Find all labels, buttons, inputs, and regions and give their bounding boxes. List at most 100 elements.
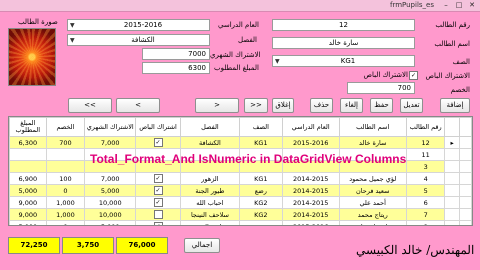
row-header-right[interactable] [458, 208, 472, 221]
column-header-id[interactable]: رقم الطالب [405, 117, 446, 137]
cell-id[interactable]: 3 [405, 160, 446, 173]
row-header-right[interactable] [458, 172, 472, 185]
maximize-icon[interactable]: □ [453, 1, 465, 10]
cell-name[interactable]: سعيد فرحان [338, 184, 407, 197]
cell-bus[interactable] [135, 208, 181, 221]
bus-checkbox[interactable]: ✓ [153, 186, 163, 195]
cell-due[interactable]: 6,300 [9, 136, 47, 149]
students-grid[interactable]: المبلغ المطلوب الخصم الاشتراك الشهري اشت… [8, 116, 473, 226]
row-header-right[interactable] [458, 148, 472, 161]
cell-name[interactable]: لؤي جميل محمود [338, 172, 407, 185]
cell-section[interactable]: احباب الله [179, 196, 240, 209]
cell-bus[interactable]: ✓ [135, 136, 181, 149]
special-subscription-checkbox[interactable]: ✓ [409, 71, 418, 80]
cell-year[interactable]: 2014-2015 [281, 196, 340, 209]
row-header[interactable] [444, 208, 460, 221]
cell-due[interactable]: 9,000 [9, 196, 47, 209]
cell-monthly[interactable]: 7,000 [84, 136, 137, 149]
row-header[interactable] [444, 184, 460, 197]
row-header[interactable] [444, 196, 460, 209]
special-subscription-option[interactable]: ✓ الاشتراك الباص [363, 70, 418, 81]
cell-class[interactable]: KG2 [238, 196, 283, 209]
last-record-button[interactable]: >> [244, 98, 268, 113]
monthly-subscription-field[interactable]: 7000 [142, 48, 210, 60]
column-header-discount[interactable]: الخصم [45, 117, 86, 137]
cell-due[interactable]: 9,000 [9, 208, 47, 221]
cell-year[interactable]: 2014-2015 [281, 208, 340, 221]
cell-class[interactable]: رضع [238, 184, 283, 197]
cell-monthly[interactable]: 7,000 [84, 172, 137, 185]
cell-id[interactable]: 12 [405, 136, 446, 149]
cell-monthly[interactable]: 10,000 [84, 196, 137, 209]
cell-monthly[interactable]: 10,000 [84, 208, 137, 221]
next-record-button[interactable]: > [195, 98, 239, 113]
minimize-icon[interactable]: – [440, 1, 452, 10]
cell-id[interactable]: 5 [405, 184, 446, 197]
academic-year-select[interactable]: ▼ 2015-2016 [67, 19, 210, 31]
column-header-bus[interactable]: اشتراك الباص [135, 117, 181, 137]
cell-discount[interactable]: 0 [45, 184, 86, 197]
bus-checkbox[interactable] [153, 210, 163, 219]
bus-checkbox[interactable]: ✓ [153, 222, 163, 225]
section-select[interactable]: ▼ الكشافة [67, 34, 210, 46]
cancel-button[interactable]: إلغاء [340, 98, 363, 113]
table-row[interactable]: 9,000 1,000 10,000 ✓ احباب الله KG2 2014-2015 أ… [9, 196, 472, 209]
table-row[interactable]: 9,000 1,000 10,000 سلاحف النينجا KG2 2014-201… [9, 208, 472, 221]
add-button[interactable]: إضافة [440, 98, 470, 113]
row-header[interactable] [444, 172, 460, 185]
cell-class[interactable]: KG2 [238, 208, 283, 221]
cell-due[interactable] [9, 160, 47, 173]
cell-monthly[interactable]: 5,000 [84, 184, 137, 197]
column-header-monthly[interactable]: الاشتراك الشهري [84, 117, 137, 137]
cell-bus[interactable]: ✓ [135, 220, 181, 225]
delete-button[interactable]: حذف [310, 98, 333, 113]
row-header-right[interactable] [458, 160, 472, 173]
student-photo[interactable] [8, 28, 56, 86]
row-header-right[interactable] [458, 136, 472, 149]
cell-discount[interactable]: 700 [45, 136, 86, 149]
column-header-year[interactable]: العام الدراسي [281, 117, 340, 137]
column-header-due[interactable]: المبلغ المطلوب [9, 117, 47, 137]
cell-class[interactable]: رضع [238, 220, 283, 225]
cell-bus[interactable]: ✓ [135, 184, 181, 197]
edit-button[interactable]: تعديل [400, 98, 423, 113]
cell-bus[interactable]: ✓ [135, 196, 181, 209]
cell-year[interactable]: 2014-2015 [281, 184, 340, 197]
cell-name[interactable]: سارة خالد [338, 136, 407, 149]
column-header-class[interactable]: الصف [238, 117, 283, 137]
cell-section[interactable]: طيور الجنة [179, 220, 240, 225]
cell-monthly[interactable]: 5,000 [84, 220, 137, 225]
cell-id[interactable]: 7 [405, 208, 446, 221]
first-record-button[interactable]: << [68, 98, 112, 113]
previous-record-button[interactable]: < [116, 98, 160, 113]
class-select[interactable]: ▼ KG1 [272, 55, 415, 67]
cell-due[interactable] [9, 148, 47, 161]
cell-discount[interactable]: 1,000 [45, 196, 86, 209]
cell-bus[interactable]: ✓ [135, 172, 181, 185]
amount-due-field[interactable]: 6300 [142, 62, 210, 74]
cell-id[interactable]: 11 [405, 148, 446, 161]
total-button[interactable]: اجمالي [184, 238, 220, 253]
cell-id[interactable]: 6 [405, 196, 446, 209]
cell-due[interactable]: 6,900 [9, 172, 47, 185]
cell-section[interactable]: طيور الجنة [179, 184, 240, 197]
cell-discount[interactable] [45, 148, 86, 161]
cell-id[interactable]: 8 [405, 220, 446, 225]
table-row[interactable]: 6,300 700 7,000 ✓ الكشافة KG1 2015-2016 سارة خا… [9, 136, 472, 149]
row-header-right[interactable] [458, 184, 472, 197]
discount-field[interactable]: 700 [347, 82, 415, 94]
cell-class[interactable]: KG1 [238, 136, 283, 149]
row-header-right[interactable] [458, 220, 472, 225]
cell-name[interactable]: مرام علي قاسم [338, 220, 407, 225]
cell-name[interactable]: أحمد علي [338, 196, 407, 209]
bus-checkbox[interactable]: ✓ [153, 138, 163, 147]
close-icon[interactable]: ✕ [466, 1, 478, 10]
row-header-right[interactable] [458, 196, 472, 209]
table-row[interactable]: 6,900 100 7,000 ✓ الزهور KG1 2014-2015 لؤي جميل… [9, 172, 472, 185]
cell-class[interactable]: KG1 [238, 172, 283, 185]
cell-due[interactable]: 5,000 [9, 220, 47, 225]
row-header[interactable] [444, 220, 460, 225]
close-button[interactable]: إغلاق [272, 98, 294, 113]
cell-section[interactable]: الكشافة [179, 136, 240, 149]
table-row[interactable]: 5,000 0 5,000 ✓ طيور الجنة رضع 2014-2015 سعيد ف… [9, 184, 472, 197]
